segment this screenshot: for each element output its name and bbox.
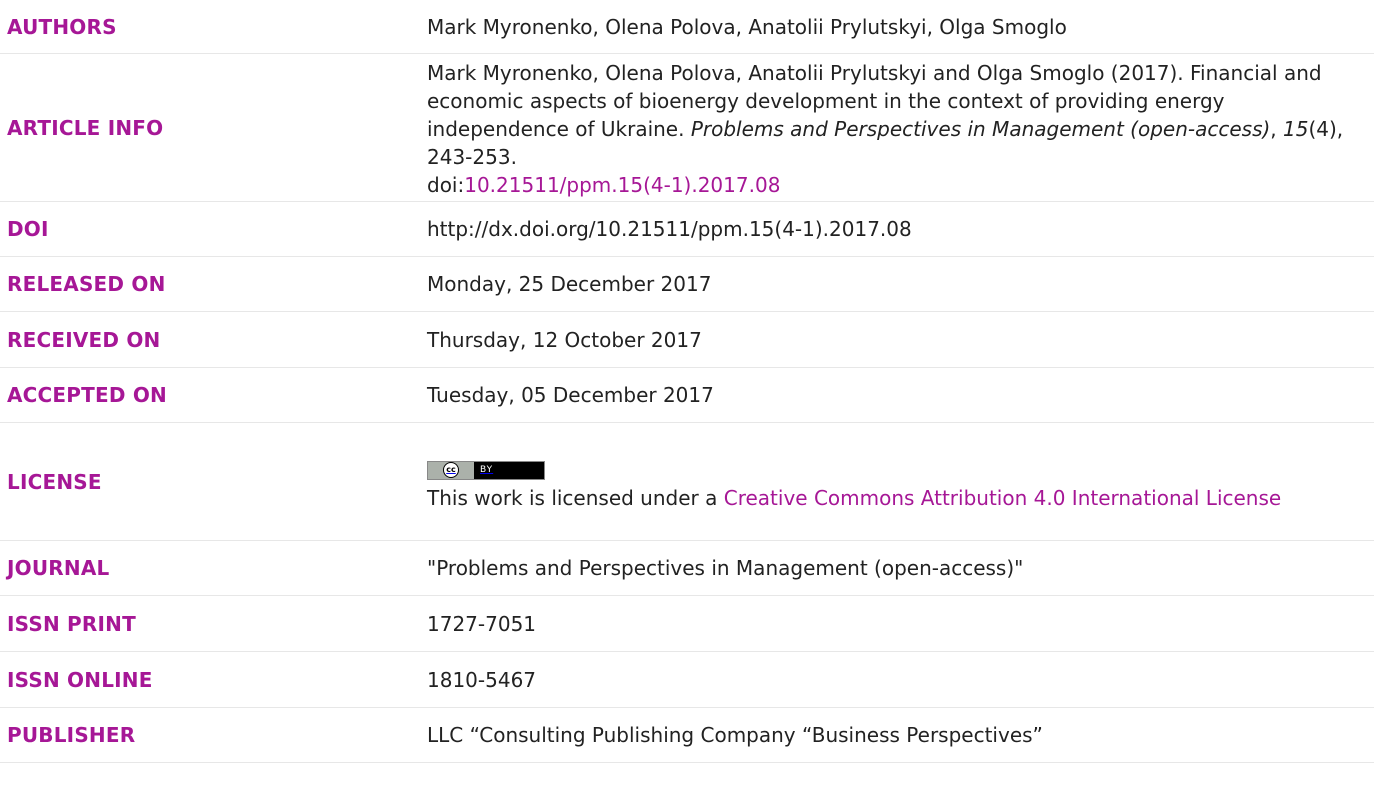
row-accepted-on: ACCEPTED ON Tuesday, 05 December 2017 [0,367,1374,423]
row-publisher: PUBLISHER LLC “Consulting Publishing Com… [0,707,1374,763]
citation-doi-link[interactable]: 10.21511/ppm.15(4-1).2017.08 [464,173,780,197]
issn-online-label: ISSN ONLINE [0,651,427,708]
row-journal: JOURNAL "Problems and Perspectives in Ma… [0,540,1374,596]
row-article-info: ARTICLE INFO Mark Myronenko, Olena Polov… [0,53,1374,202]
license-text: This work is licensed under a Creative C… [427,484,1354,512]
issn-online-value: 1810-5467 [427,651,1374,708]
article-metadata-table: AUTHORS Mark Myronenko, Olena Polova, An… [0,0,1374,763]
row-released-on: RELEASED ON Monday, 25 December 2017 [0,256,1374,312]
accepted-on-value: Tuesday, 05 December 2017 [427,367,1374,423]
publisher-label: PUBLISHER [0,707,427,763]
doi-value: http://dx.doi.org/10.21511/ppm.15(4-1).2… [427,201,1374,257]
authors-value: Mark Myronenko, Olena Polova, Anatolii P… [427,0,1374,54]
license-link[interactable]: Creative Commons Attribution 4.0 Interna… [724,486,1281,510]
journal-label: JOURNAL [0,540,427,596]
released-on-label: RELEASED ON [0,256,427,312]
row-doi: DOI http://dx.doi.org/10.21511/ppm.15(4-… [0,201,1374,257]
cc-by-text: BY [480,465,494,476]
article-info-value: Mark Myronenko, Olena Polova, Anatolii P… [427,53,1374,202]
article-citation: Mark Myronenko, Olena Polova, Anatolii P… [427,56,1354,199]
issn-print-value: 1727-7051 [427,595,1374,652]
cc-circle-icon: cc [443,462,459,479]
row-license: LICENSE cc BY This work is licensed unde… [0,422,1374,541]
cc-logo-icon: cc [428,461,474,479]
license-value: cc BY This work is licensed under a Crea… [427,422,1374,541]
issn-print-label: ISSN PRINT [0,595,427,652]
license-prefix: This work is licensed under a [427,485,724,510]
row-issn-online: ISSN ONLINE 1810-5467 [0,651,1374,708]
article-info-label: ARTICLE INFO [0,53,427,202]
license-label: LICENSE [0,422,427,541]
row-authors: AUTHORS Mark Myronenko, Olena Polova, An… [0,0,1374,54]
journal-value: "Problems and Perspectives in Management… [427,540,1374,596]
received-on-value: Thursday, 12 October 2017 [427,311,1374,368]
cc-by-license-badge[interactable]: cc BY [427,460,545,480]
citation-journal: Problems and Perspectives in Management … [690,117,1271,141]
citation-doi-prefix: doi: [427,173,465,197]
doi-label: DOI [0,201,427,257]
row-issn-print: ISSN PRINT 1727-7051 [0,595,1374,652]
received-on-label: RECEIVED ON [0,311,427,368]
authors-label: AUTHORS [0,0,427,54]
citation-separator: , [1270,117,1284,141]
publisher-value: LLC “Consulting Publishing Company “Busi… [427,707,1374,763]
row-received-on: RECEIVED ON Thursday, 12 October 2017 [0,311,1374,368]
citation-volume: 15 [1283,117,1309,141]
released-on-value: Monday, 25 December 2017 [427,256,1374,312]
article-metadata-page: AUTHORS Mark Myronenko, Olena Polova, An… [0,0,1374,798]
accepted-on-label: ACCEPTED ON [0,367,427,423]
